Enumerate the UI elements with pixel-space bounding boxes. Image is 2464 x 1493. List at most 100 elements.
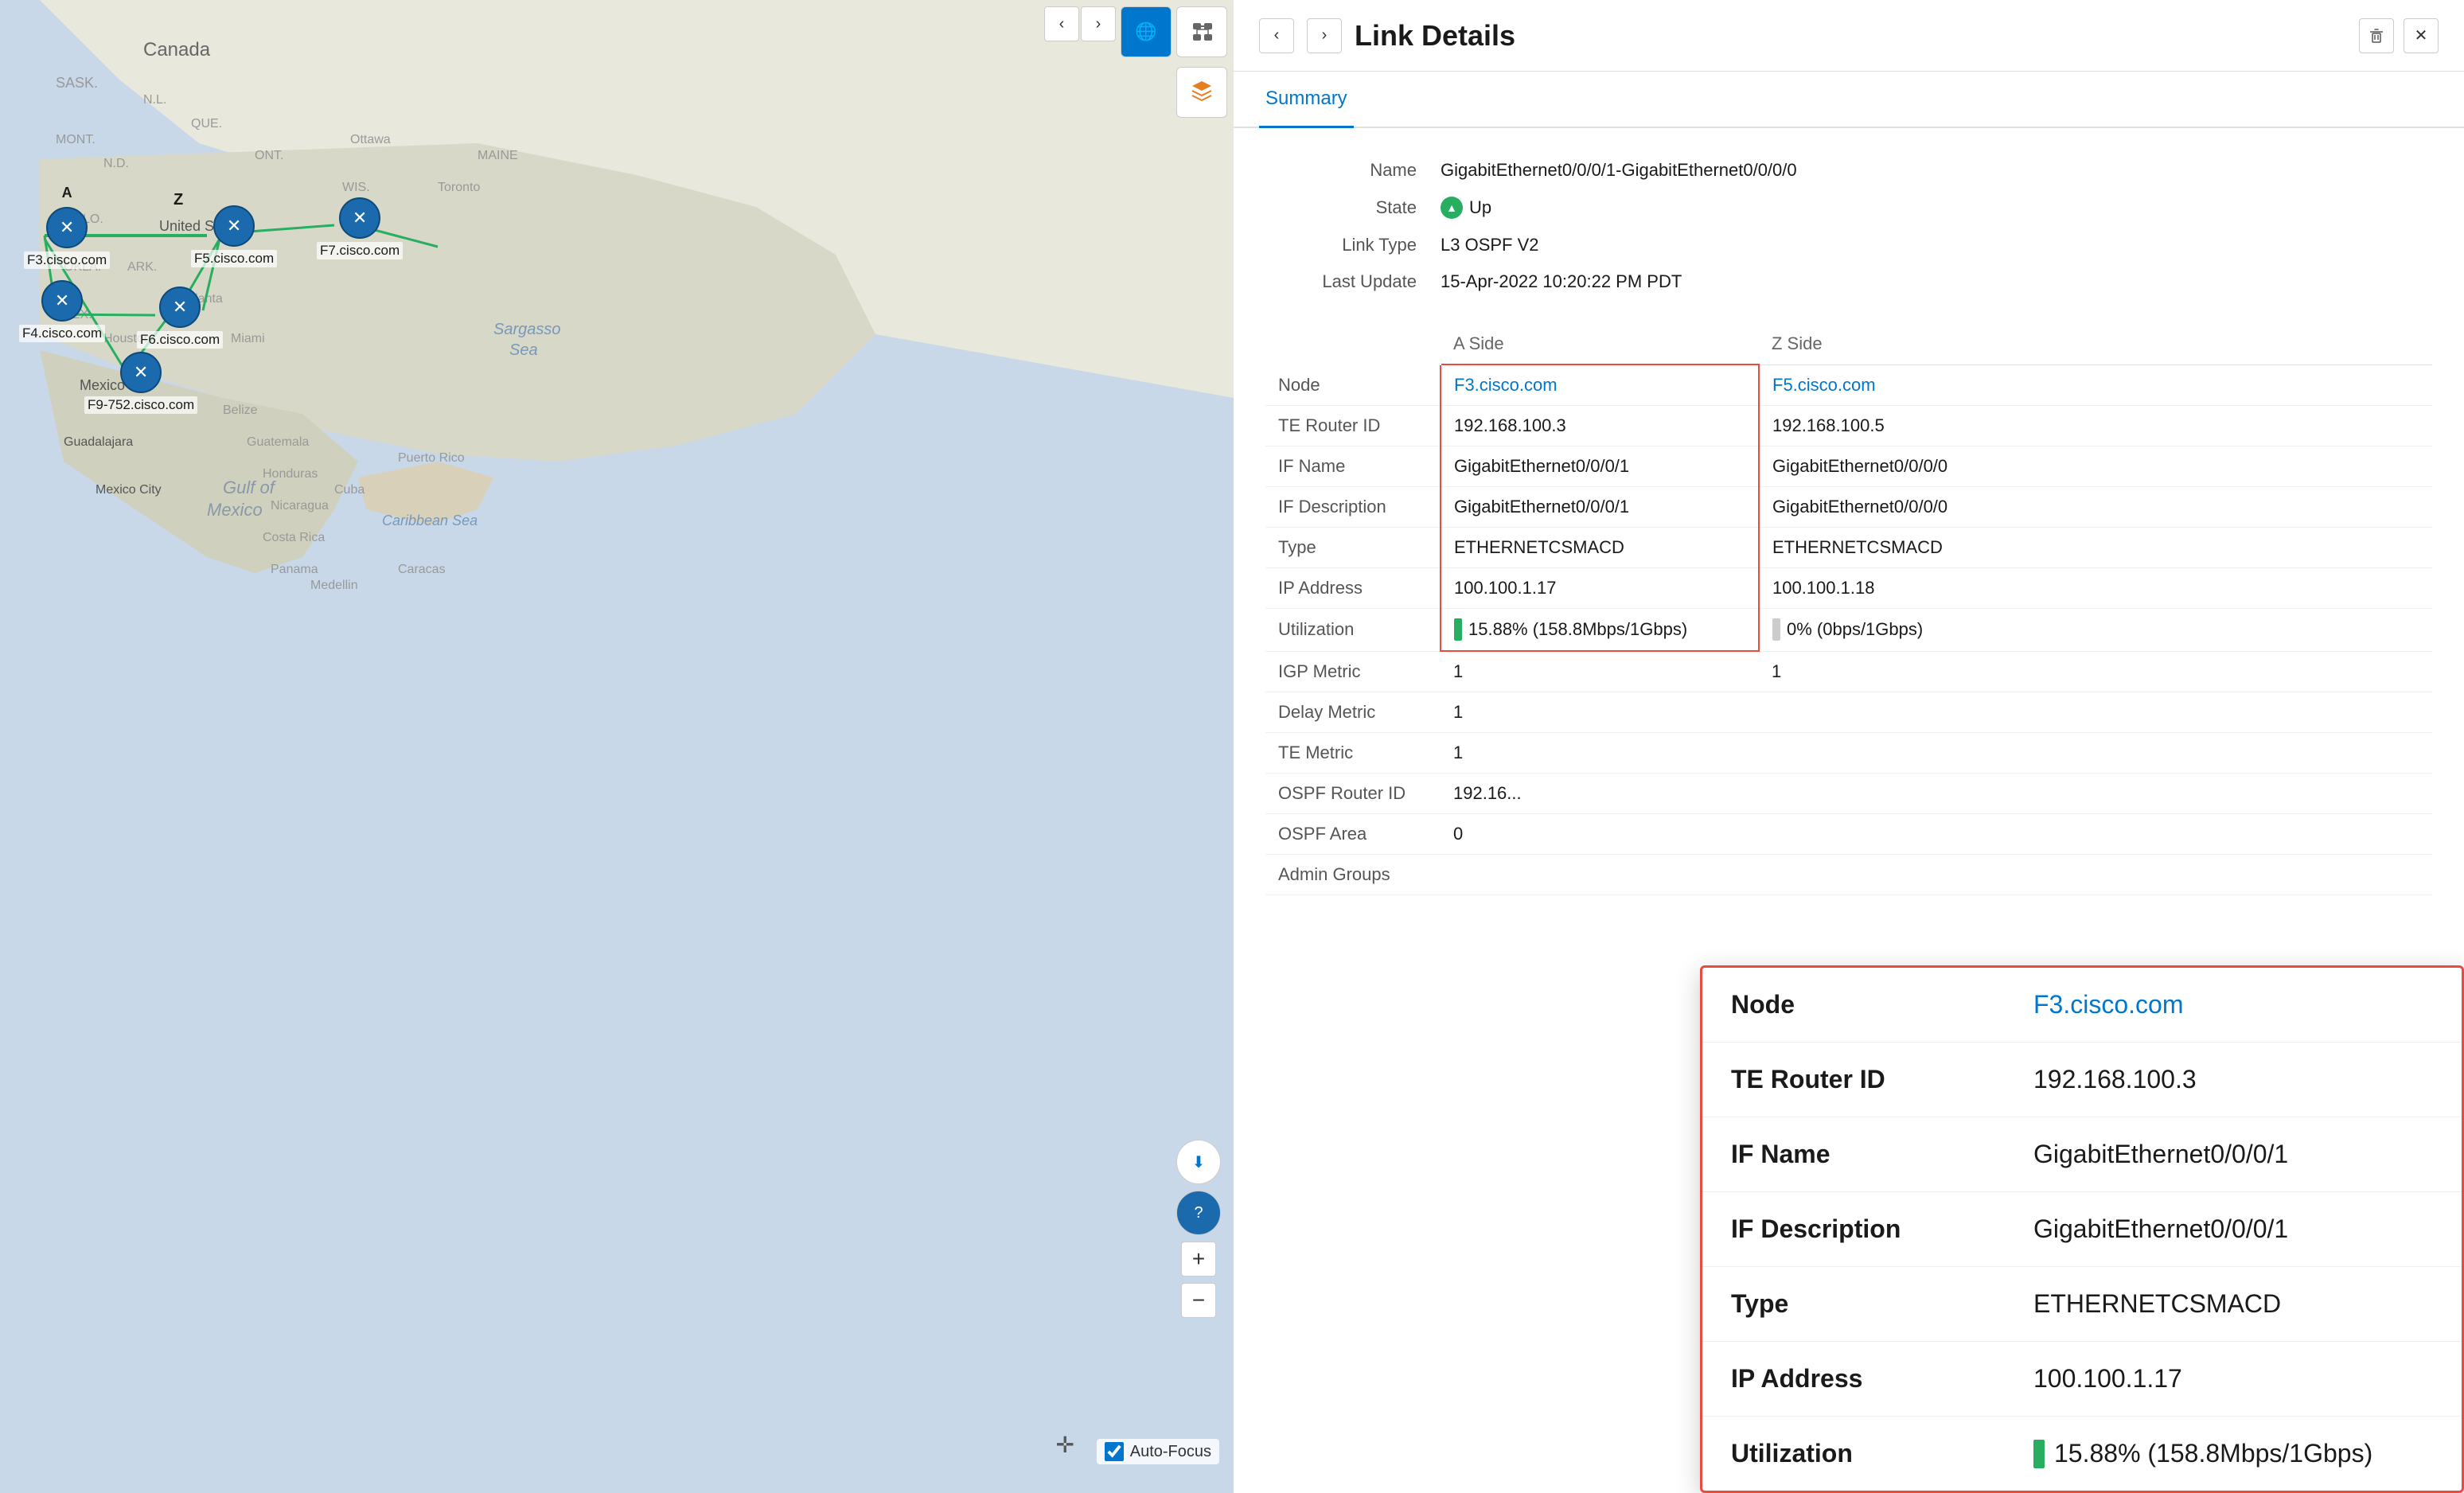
- zc-value-4: ETHERNETCSMACD: [2005, 1267, 2462, 1342]
- node-f7[interactable]: ✕ F7.cisco.com: [317, 197, 403, 259]
- zoomed-row: IF NameGigabitEthernet0/0/0/1: [1702, 1117, 2462, 1192]
- row-z-12: [1759, 855, 2432, 895]
- row-a-6: 15.88% (158.8Mbps/1Gbps): [1441, 609, 1759, 652]
- map-nav-prev[interactable]: ‹: [1044, 6, 1079, 41]
- row-a-12: [1441, 855, 1759, 895]
- row-z-2: GigabitEthernet0/0/0/0: [1759, 446, 2432, 487]
- zoom-in-btn[interactable]: +: [1181, 1242, 1216, 1277]
- svg-text:N.D.: N.D.: [103, 157, 129, 170]
- svg-text:Cuba: Cuba: [334, 483, 365, 497]
- zoomed-card-table: NodeF3.cisco.comTE Router ID192.168.100.…: [1702, 968, 2462, 1491]
- row-label-temetric: TE Metric: [1265, 733, 1441, 774]
- svg-text:QUE.: QUE.: [191, 117, 222, 131]
- zc-label-3: IF Description: [1702, 1192, 2005, 1267]
- node-f3-label: F3.cisco.com: [24, 251, 110, 269]
- globe-btn[interactable]: 🌐: [1121, 6, 1172, 57]
- zc-label-4: Type: [1702, 1267, 2005, 1342]
- row-label-utilization: Utilization: [1265, 609, 1441, 652]
- row-z-0[interactable]: F5.cisco.com: [1759, 364, 2432, 406]
- delete-btn[interactable]: [2359, 18, 2394, 53]
- move-icon[interactable]: ✛: [1056, 1432, 1074, 1458]
- row-label-delaymetric: Delay Metric: [1265, 692, 1441, 733]
- row-a-0[interactable]: F3.cisco.com: [1441, 364, 1759, 406]
- table-row: NodeF3.cisco.comF5.cisco.com: [1265, 364, 2432, 406]
- table-row: Admin Groups: [1265, 855, 2432, 895]
- svg-text:MAINE: MAINE: [478, 149, 518, 162]
- node-f3[interactable]: A ✕ F3.cisco.com: [24, 207, 110, 269]
- node-f9[interactable]: ✕ F9-752.cisco.com: [84, 352, 197, 414]
- info-row-linktype: Link Type L3 OSPF V2: [1265, 227, 2432, 263]
- zc-value-6: 15.88% (158.8Mbps/1Gbps): [2005, 1417, 2462, 1491]
- svg-text:N.L.: N.L.: [143, 93, 166, 107]
- node-f6[interactable]: ✕ F6.cisco.com: [137, 287, 223, 349]
- zc-value-3: GigabitEthernet0/0/0/1: [2005, 1192, 2462, 1267]
- svg-text:Puerto Rico: Puerto Rico: [398, 451, 465, 465]
- nav-next-btn[interactable]: ›: [1307, 18, 1342, 53]
- auto-focus-checkbox[interactable]: [1105, 1442, 1124, 1461]
- svg-text:Costa Rica: Costa Rica: [263, 531, 325, 544]
- state-up-icon: ▲: [1441, 197, 1463, 219]
- row-label-terouterid: TE Router ID: [1265, 406, 1441, 446]
- download-btn[interactable]: ⬇: [1176, 1140, 1221, 1184]
- value-linktype: L3 OSPF V2: [1441, 235, 1539, 255]
- close-btn[interactable]: ✕: [2404, 18, 2439, 53]
- label-lastupdate: Last Update: [1265, 271, 1441, 292]
- panel-title: Link Details: [1355, 19, 2346, 53]
- layers-btn[interactable]: [1176, 67, 1227, 118]
- row-label-igpmetric: IGP Metric: [1265, 651, 1441, 692]
- row-label-ospfrouterid: OSPF Router ID: [1265, 774, 1441, 814]
- row-label-ipaddress: IP Address: [1265, 568, 1441, 609]
- zc-value-0[interactable]: F3.cisco.com: [2005, 968, 2462, 1043]
- svg-text:Sargasso: Sargasso: [493, 321, 561, 338]
- row-a-7: 1: [1441, 651, 1759, 692]
- diagram-btn[interactable]: [1176, 6, 1227, 57]
- tab-summary[interactable]: Summary: [1259, 72, 1354, 128]
- row-z-6: 0% (0bps/1Gbps): [1759, 609, 2432, 652]
- value-state: ▲ Up: [1441, 197, 1491, 219]
- node-f9-label: F9-752.cisco.com: [84, 396, 197, 414]
- svg-text:Canada: Canada: [143, 39, 211, 60]
- svg-text:Caracas: Caracas: [398, 563, 446, 576]
- info-row-state: State ▲ Up: [1265, 189, 2432, 227]
- svg-text:Caribbean Sea: Caribbean Sea: [382, 513, 478, 528]
- table-row: TypeETHERNETCSMACDETHERNETCSMACD: [1265, 528, 2432, 568]
- table-row: IGP Metric11: [1265, 651, 2432, 692]
- row-a-1: 192.168.100.3: [1441, 406, 1759, 446]
- node-f7-label: F7.cisco.com: [317, 242, 403, 259]
- table-row: IP Address100.100.1.17100.100.1.18: [1265, 568, 2432, 609]
- svg-text:MONT.: MONT.: [56, 133, 96, 146]
- node-f4[interactable]: ✕ F4.cisco.com: [19, 280, 105, 342]
- info-section: Name GigabitEthernet0/0/0/1-GigabitEther…: [1265, 152, 2432, 300]
- zoom-out-btn[interactable]: −: [1181, 1283, 1216, 1318]
- table-row: TE Router ID192.168.100.3192.168.100.5: [1265, 406, 2432, 446]
- svg-text:Nicaragua: Nicaragua: [271, 499, 329, 513]
- row-z-9: [1759, 733, 2432, 774]
- svg-text:ONT.: ONT.: [255, 149, 283, 162]
- node-z-marker: Z: [173, 191, 183, 209]
- row-z-8: [1759, 692, 2432, 733]
- map-nav-next[interactable]: ›: [1081, 6, 1116, 41]
- map-area[interactable]: Gulf of Mexico Sargasso Sea Caribbean Se…: [0, 0, 1234, 1493]
- panel-header: ‹ › Link Details ✕: [1234, 0, 2464, 72]
- row-a-8: 1: [1441, 692, 1759, 733]
- zc-label-0: Node: [1702, 968, 2005, 1043]
- row-a-3: GigabitEthernet0/0/0/1: [1441, 487, 1759, 528]
- col-a-side: A Side: [1441, 324, 1759, 364]
- svg-text:SASK.: SASK.: [56, 75, 98, 91]
- table-row: Utilization15.88% (158.8Mbps/1Gbps)0% (0…: [1265, 609, 2432, 652]
- svg-text:Sea: Sea: [509, 341, 538, 359]
- svg-text:Honduras: Honduras: [263, 467, 318, 481]
- help-btn[interactable]: ?: [1176, 1191, 1221, 1235]
- table-row: OSPF Router ID192.16...: [1265, 774, 2432, 814]
- zoomed-card: NodeF3.cisco.comTE Router ID192.168.100.…: [1700, 965, 2464, 1493]
- row-z-5: 100.100.1.18: [1759, 568, 2432, 609]
- zoomed-row: Utilization15.88% (158.8Mbps/1Gbps): [1702, 1417, 2462, 1491]
- panel-header-actions: ✕: [2359, 18, 2439, 53]
- nav-prev-btn[interactable]: ‹: [1259, 18, 1294, 53]
- node-f5[interactable]: ✕ F5.cisco.com: [191, 205, 277, 267]
- zc-label-1: TE Router ID: [1702, 1043, 2005, 1117]
- label-name: Name: [1265, 160, 1441, 181]
- col-label: [1265, 324, 1441, 364]
- panel-tabs: Summary: [1234, 72, 2464, 128]
- zc-label-6: Utilization: [1702, 1417, 2005, 1491]
